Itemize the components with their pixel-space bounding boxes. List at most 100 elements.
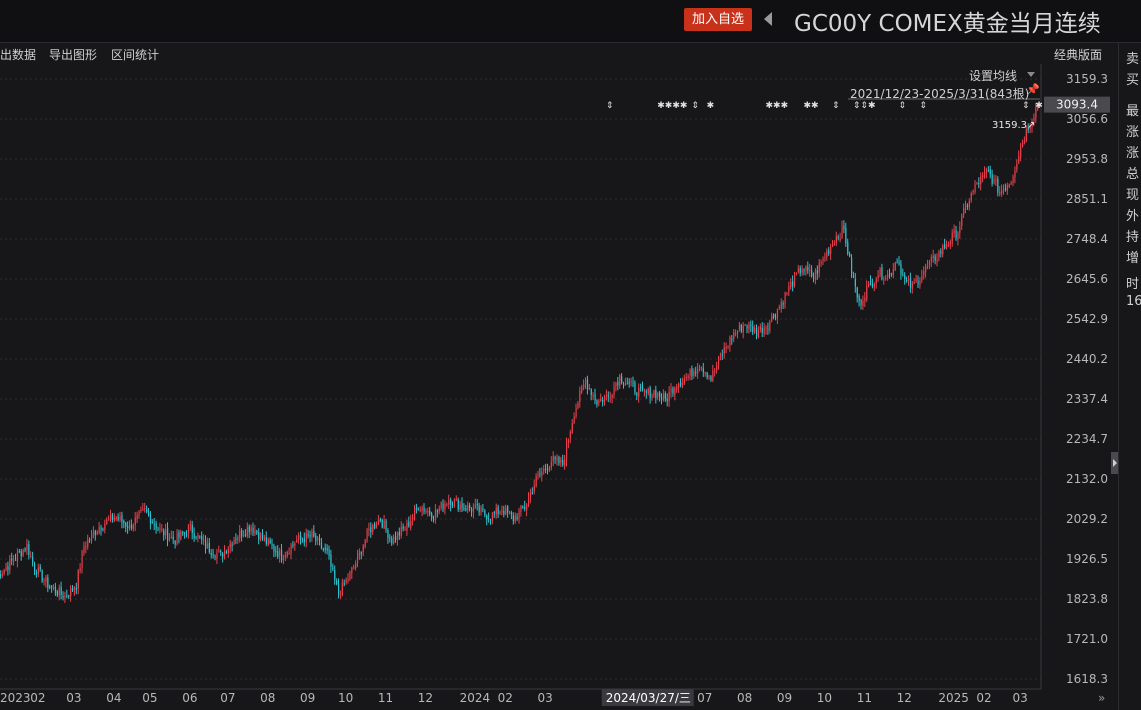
candle-body [790, 282, 792, 287]
candle-body [303, 538, 305, 543]
scroll-more-icon[interactable]: » [1098, 691, 1105, 705]
candle-body [256, 530, 258, 534]
candle-body [946, 245, 948, 248]
side-panel-label: 时 [1126, 277, 1140, 292]
range-stats-button[interactable]: 区间统计 [111, 46, 159, 63]
candle-body [518, 510, 520, 518]
export-data-button[interactable]: 出数据 [0, 46, 36, 63]
candle-body [615, 383, 617, 386]
candle-body [35, 572, 38, 575]
candle-body [267, 539, 269, 546]
candle-body [607, 395, 609, 397]
event-marker[interactable]: ✱✱ [657, 101, 672, 111]
pin-icon[interactable]: 📌 [1026, 83, 1040, 96]
candle-body [784, 292, 786, 304]
x-axis-tick-label: 11 [857, 691, 872, 705]
candle-body [887, 274, 889, 277]
candle-body [543, 468, 545, 471]
candle-body [305, 533, 307, 543]
candle-body [49, 586, 51, 588]
candle-body [391, 538, 393, 544]
y-axis-tick-label: 2851.1 [1066, 192, 1108, 206]
candle-body [73, 588, 76, 592]
event-marker[interactable]: ✱ [1035, 101, 1043, 111]
candle-body [9, 559, 11, 571]
candle-body [619, 375, 621, 386]
candle-body [469, 505, 471, 509]
candle-body [566, 442, 568, 461]
candle-body [548, 466, 551, 471]
event-marker[interactable]: ✱ [707, 101, 715, 111]
event-marker[interactable]: ⇕⇕✱ [853, 101, 876, 111]
candle-body [216, 552, 218, 559]
panel-collapse-handle[interactable] [1111, 452, 1118, 474]
candle-body [132, 525, 134, 529]
add-to-watchlist-button[interactable]: 加入自选 [684, 8, 752, 31]
x-axis-tick-label: 09 [300, 691, 315, 705]
candle-body [655, 389, 657, 399]
candle-body [281, 549, 283, 561]
candle-body [16, 552, 19, 562]
candle-body [87, 539, 89, 547]
candle-body [909, 278, 912, 288]
candle-body [982, 175, 984, 178]
candle-body [858, 296, 860, 301]
candle-body [799, 267, 801, 274]
candle-body [408, 521, 410, 527]
candle-body [461, 503, 463, 509]
event-marker[interactable]: ⇕ [691, 101, 699, 111]
candle-body [594, 394, 596, 401]
candle-body [636, 393, 638, 396]
candle-body [239, 530, 241, 538]
classic-layout-button[interactable]: 经典版面 [1054, 46, 1102, 63]
candle-body [700, 367, 703, 369]
candle-body [45, 576, 47, 582]
back-arrow-icon[interactable] [764, 12, 772, 26]
candlestick-chart[interactable]: 3159.3 3056.6 2953.8 2851.1 2748.4 2645.6 2542… [0, 64, 1114, 710]
candle-body [731, 338, 733, 340]
candle-body [765, 327, 767, 329]
candle-body [813, 277, 815, 279]
candle-body [647, 388, 649, 394]
event-marker[interactable]: ⇕ [1022, 101, 1030, 111]
candle-body [809, 270, 811, 272]
event-marker[interactable]: ⇕ [832, 101, 840, 111]
candle-body [514, 515, 516, 522]
candle-body [102, 528, 104, 530]
candle-body [330, 554, 332, 567]
candle-body [168, 537, 171, 540]
event-marker[interactable]: ⇕ [606, 101, 614, 111]
event-marker[interactable]: ⇕ [899, 101, 907, 111]
candle-body [153, 523, 155, 525]
candle-body [450, 499, 452, 506]
candle-body [617, 382, 619, 386]
candle-body [609, 397, 611, 399]
candle-body [873, 283, 875, 288]
candle-body [1010, 182, 1012, 184]
candle-body [524, 506, 526, 509]
candle-body [788, 286, 790, 292]
candle-body [106, 519, 108, 524]
candle-body [311, 531, 313, 538]
export-chart-button[interactable]: 导出图形 [49, 46, 97, 63]
candle-body [936, 259, 938, 263]
x-axis-tick-label: 2024 [460, 691, 491, 705]
candle-body [488, 518, 490, 520]
event-marker[interactable]: ✱✱ [804, 101, 819, 111]
candle-body [1023, 140, 1026, 144]
event-marker[interactable]: ✱✱✱ [766, 101, 789, 111]
candle-body [79, 568, 81, 571]
ma-setting-button[interactable]: 设置均线 [969, 67, 1017, 84]
candle-body [963, 207, 965, 215]
event-marker[interactable]: ✱✱ [672, 101, 687, 111]
kline-chart-area[interactable]: 3159.3 3056.6 2953.8 2851.1 2748.4 2645.6 2542… [0, 64, 1114, 710]
candle-body [412, 516, 414, 520]
candle-body [843, 225, 845, 230]
y-axis-tick-label: 1926.5 [1066, 552, 1108, 566]
candle-body [0, 574, 2, 578]
event-marker[interactable]: ⇕ [919, 101, 927, 111]
candle-body [406, 522, 408, 531]
candle-body [300, 536, 302, 539]
dropdown-caret-icon[interactable] [1027, 72, 1035, 77]
candle-body [317, 537, 319, 541]
